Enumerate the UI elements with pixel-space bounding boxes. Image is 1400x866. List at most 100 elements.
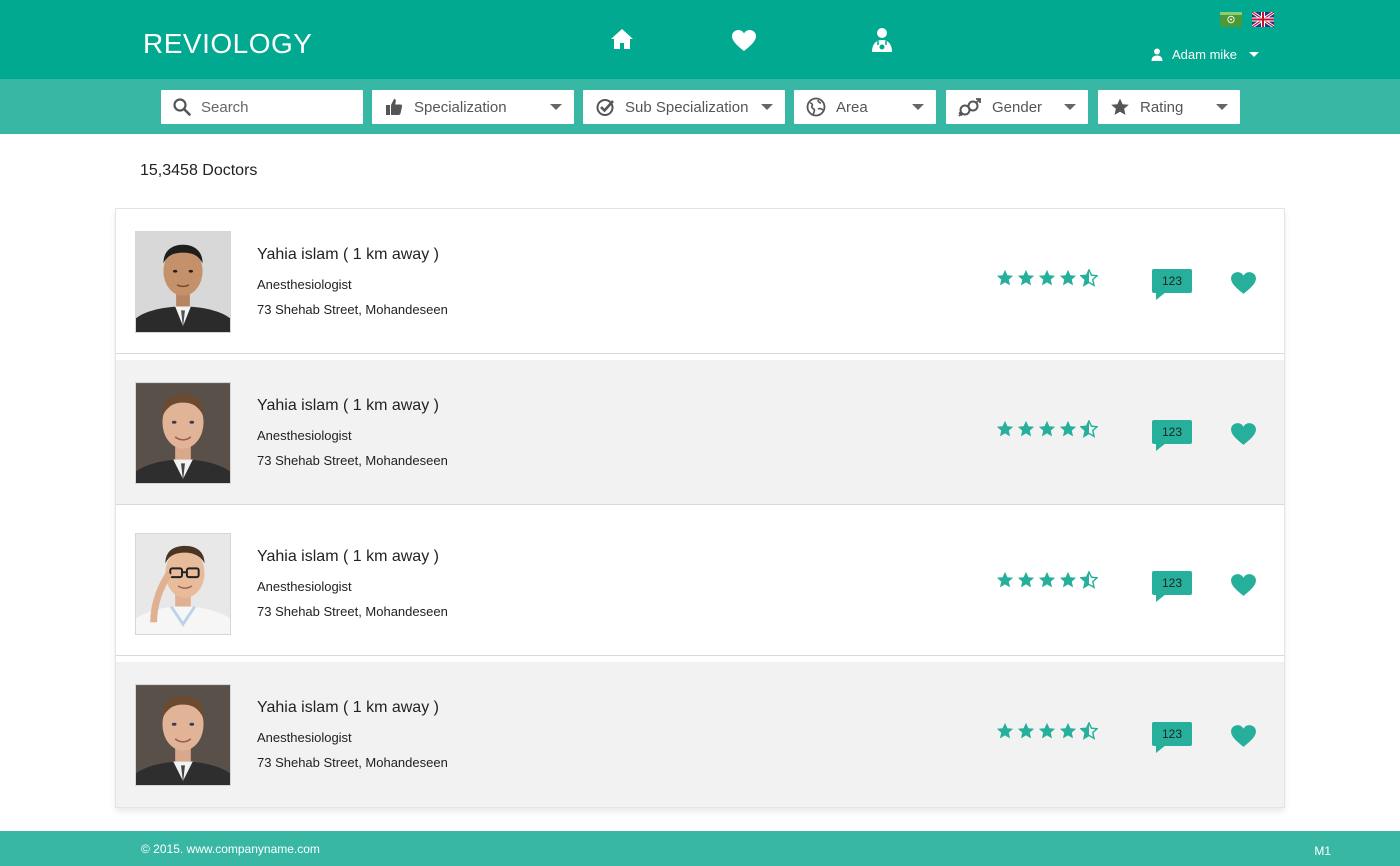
star-full-icon bbox=[1017, 420, 1035, 437]
star-full-icon bbox=[996, 722, 1014, 739]
footer: © 2015. www.companyname.com M1 bbox=[0, 831, 1400, 866]
chevron-down-icon bbox=[761, 104, 773, 110]
doctor-photo[interactable] bbox=[135, 684, 231, 786]
bubble-tail bbox=[1156, 745, 1166, 753]
star-full-icon bbox=[996, 420, 1014, 437]
doctor-photo[interactable] bbox=[135, 382, 231, 484]
gender-dropdown[interactable]: Gender bbox=[946, 90, 1088, 124]
star-half-icon bbox=[1080, 420, 1098, 438]
bubble-tail bbox=[1156, 443, 1166, 451]
reviews-count: 123 bbox=[1152, 420, 1192, 444]
star-half-icon bbox=[1080, 722, 1098, 740]
check-circle-icon bbox=[595, 97, 615, 117]
doctor-address: 73 Shehab Street, Mohandeseen bbox=[257, 453, 448, 468]
doctor-list: Yahia islam ( 1 km away ) Anesthesiologi… bbox=[115, 208, 1285, 808]
doctor-address: 73 Shehab Street, Mohandeseen bbox=[257, 755, 448, 770]
rating-label: Rating bbox=[1140, 98, 1184, 116]
logo[interactable]: REVIOLOGY bbox=[143, 28, 312, 60]
rating-dropdown[interactable]: Rating bbox=[1098, 90, 1240, 124]
rating-stars bbox=[996, 571, 1098, 589]
favorite-heart-icon[interactable] bbox=[1230, 573, 1257, 598]
doctor-specialty: Anesthesiologist bbox=[257, 579, 352, 594]
doctor-name[interactable]: Yahia islam ( 1 km away ) bbox=[257, 548, 439, 566]
arabic-flag-icon[interactable] bbox=[1220, 12, 1242, 27]
doctor-address: 73 Shehab Street, Mohandeseen bbox=[257, 604, 448, 619]
language-switcher bbox=[1220, 12, 1274, 27]
star-full-icon bbox=[1017, 722, 1035, 739]
star-full-icon bbox=[1017, 571, 1035, 588]
doctor-name[interactable]: Yahia islam ( 1 km away ) bbox=[257, 699, 439, 717]
sub-specialization-label: Sub Specialization bbox=[625, 98, 749, 116]
doctor-name[interactable]: Yahia islam ( 1 km away ) bbox=[257, 397, 439, 415]
reviews-bubble[interactable]: 123 bbox=[1152, 420, 1192, 452]
reviews-bubble[interactable]: 123 bbox=[1152, 722, 1192, 754]
page-code: M1 bbox=[1314, 844, 1331, 858]
favorite-heart-icon[interactable] bbox=[1230, 422, 1257, 447]
doctor-specialty: Anesthesiologist bbox=[257, 428, 352, 443]
reviews-count: 123 bbox=[1152, 722, 1192, 746]
bubble-tail bbox=[1156, 594, 1166, 602]
star-full-icon bbox=[1038, 722, 1056, 739]
star-full-icon bbox=[1038, 420, 1056, 437]
star-full-icon bbox=[1017, 269, 1035, 286]
star-full-icon bbox=[1038, 571, 1056, 588]
star-full-icon bbox=[996, 571, 1014, 588]
reviews-bubble[interactable]: 123 bbox=[1152, 269, 1192, 301]
rating-stars bbox=[996, 420, 1098, 438]
star-full-icon bbox=[1059, 420, 1077, 437]
user-icon bbox=[1151, 48, 1163, 61]
doctor-row[interactable]: Yahia islam ( 1 km away ) Anesthesiologi… bbox=[116, 511, 1284, 656]
star-full-icon bbox=[1059, 269, 1077, 286]
reviews-count: 123 bbox=[1152, 269, 1192, 293]
rating-stars bbox=[996, 722, 1098, 740]
doctor-row[interactable]: Yahia islam ( 1 km away ) Anesthesiologi… bbox=[116, 360, 1284, 505]
sub-specialization-dropdown[interactable]: Sub Specialization bbox=[583, 90, 785, 124]
doctor-icon[interactable] bbox=[870, 27, 894, 53]
favorite-heart-icon[interactable] bbox=[1230, 271, 1257, 296]
area-label: Area bbox=[836, 98, 868, 116]
chevron-down-icon bbox=[1216, 104, 1228, 110]
doctor-row[interactable]: Yahia islam ( 1 km away ) Anesthesiologi… bbox=[116, 209, 1284, 354]
reviews-bubble[interactable]: 123 bbox=[1152, 571, 1192, 603]
area-dropdown[interactable]: Area bbox=[794, 90, 936, 124]
specialization-dropdown[interactable]: Specialization bbox=[372, 90, 574, 124]
doctor-name[interactable]: Yahia islam ( 1 km away ) bbox=[257, 246, 439, 264]
doctor-specialty: Anesthesiologist bbox=[257, 277, 352, 292]
doctor-specialty: Anesthesiologist bbox=[257, 730, 352, 745]
star-icon bbox=[1110, 97, 1130, 117]
user-name: Adam mike bbox=[1172, 47, 1238, 62]
filter-bar: Specialization Sub Specialization Area G… bbox=[0, 79, 1400, 134]
copyright-text: © 2015. www.companyname.com bbox=[141, 842, 320, 856]
star-full-icon bbox=[1059, 722, 1077, 739]
globe-icon bbox=[806, 97, 826, 117]
chevron-down-icon bbox=[550, 104, 562, 110]
doctor-row[interactable]: Yahia islam ( 1 km away ) Anesthesiologi… bbox=[116, 662, 1284, 807]
rating-stars bbox=[996, 269, 1098, 287]
top-bar: REVIOLOGY Adam mike bbox=[0, 0, 1400, 79]
chevron-down-icon bbox=[912, 104, 924, 110]
doctor-address: 73 Shehab Street, Mohandeseen bbox=[257, 302, 448, 317]
chevron-down-icon bbox=[1249, 52, 1260, 57]
star-full-icon bbox=[1038, 269, 1056, 286]
heart-icon[interactable] bbox=[731, 28, 757, 54]
star-half-icon bbox=[1080, 269, 1098, 287]
results-count: 15,3458 Doctors bbox=[140, 162, 258, 179]
doctor-photo[interactable] bbox=[135, 533, 231, 635]
doctor-photo[interactable] bbox=[135, 231, 231, 333]
specialization-label: Specialization bbox=[414, 98, 507, 116]
chevron-down-icon bbox=[1064, 104, 1076, 110]
english-flag-icon[interactable] bbox=[1252, 12, 1274, 27]
search-box[interactable] bbox=[161, 90, 363, 124]
star-half-icon bbox=[1080, 571, 1098, 589]
star-full-icon bbox=[996, 269, 1014, 286]
star-full-icon bbox=[1059, 571, 1077, 588]
gender-icon bbox=[958, 97, 982, 117]
gender-label: Gender bbox=[992, 98, 1043, 116]
thumbs-up-icon bbox=[384, 97, 404, 117]
home-icon[interactable] bbox=[609, 26, 635, 52]
search-input[interactable] bbox=[201, 98, 341, 116]
search-icon bbox=[173, 98, 191, 116]
user-menu[interactable]: Adam mike bbox=[1151, 47, 1260, 62]
bubble-tail bbox=[1156, 292, 1166, 300]
favorite-heart-icon[interactable] bbox=[1230, 724, 1257, 749]
